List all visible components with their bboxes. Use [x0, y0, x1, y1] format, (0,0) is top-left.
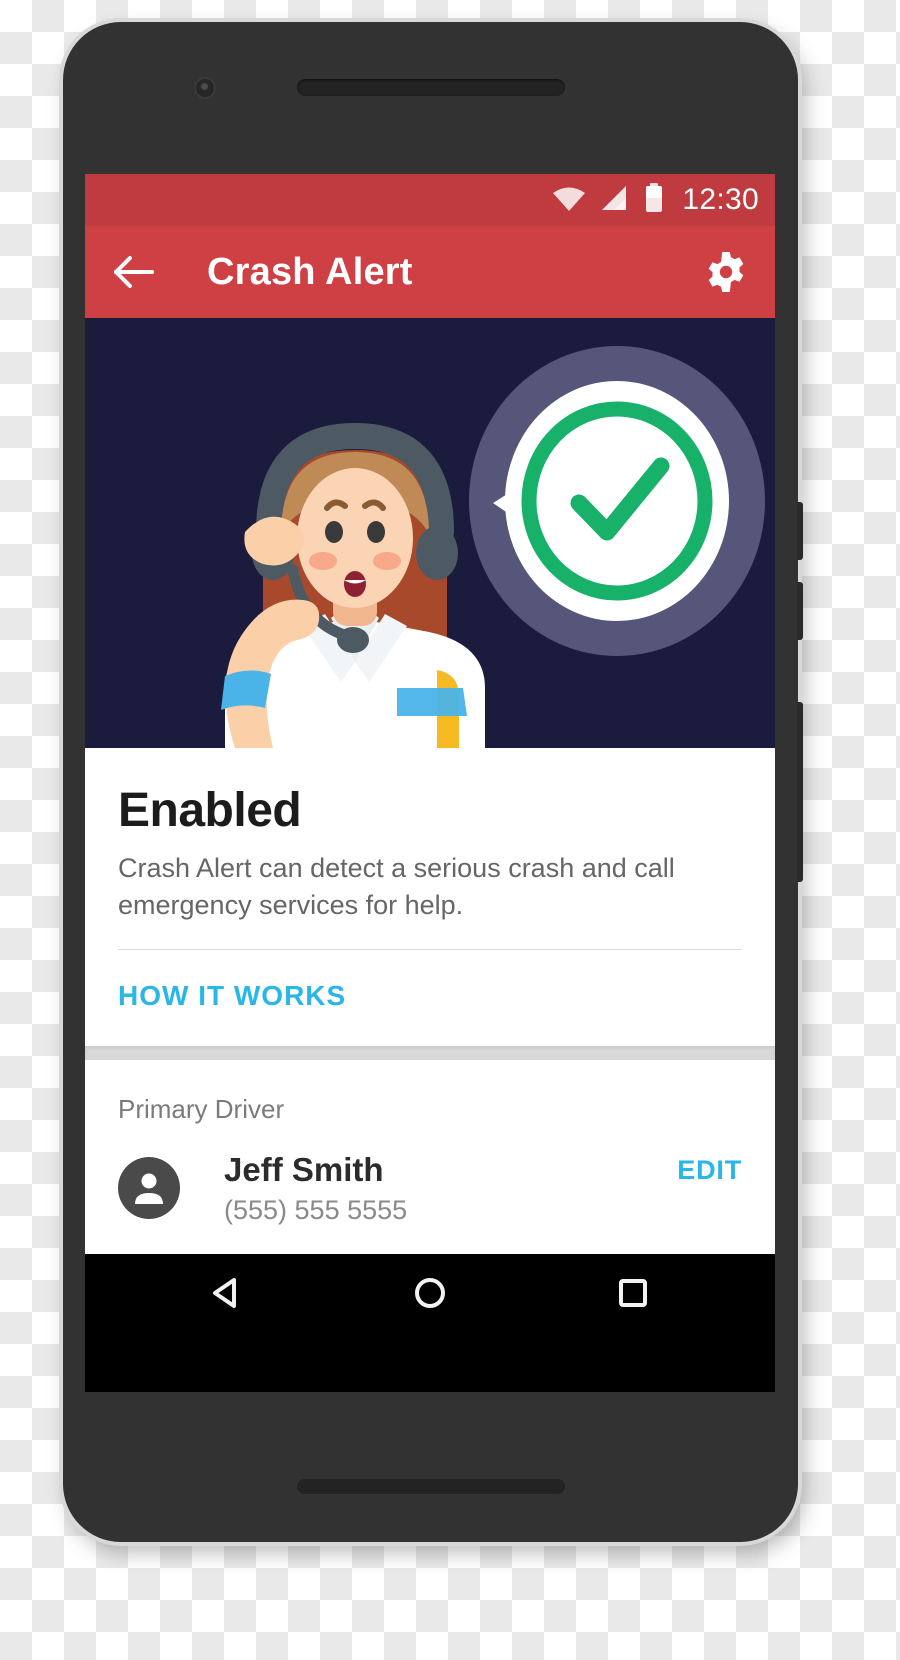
illustration-svg	[85, 318, 775, 748]
earpiece-speaker	[296, 79, 565, 96]
battery-icon	[644, 182, 664, 218]
driver-name: Jeff Smith	[224, 1151, 384, 1189]
driver-list-item[interactable]: Jeff Smith (555) 555 5555 EDIT	[85, 1125, 775, 1253]
gear-icon[interactable]	[703, 249, 749, 295]
person-icon	[135, 1173, 163, 1205]
page-title: Crash Alert	[207, 250, 413, 293]
how-it-works-row[interactable]: HOW IT WORKS	[85, 950, 775, 1046]
arrow-left-icon[interactable]	[111, 249, 157, 295]
crash-alert-illustration	[85, 318, 775, 748]
status-description: Crash Alert can detect a serious crash a…	[118, 853, 675, 920]
edit-driver-button[interactable]: EDIT	[677, 1155, 742, 1186]
home-circle-icon[interactable]	[410, 1273, 450, 1313]
primary-driver-card: Primary Driver Jeff Smith (555) 555 5555…	[85, 1060, 775, 1254]
driver-info: Jeff Smith (555) 555 5555	[224, 1149, 677, 1227]
how-it-works-link[interactable]: HOW IT WORKS	[118, 980, 346, 1012]
front-camera	[194, 77, 216, 99]
volume-down-button[interactable]	[797, 582, 803, 640]
android-navigation-bar	[85, 1253, 775, 1332]
status-bar: 12:30	[85, 174, 775, 226]
avatar	[118, 1157, 180, 1220]
status-bar-clock: 12:30	[682, 183, 759, 216]
back-triangle-icon[interactable]	[207, 1273, 247, 1313]
wifi-icon	[552, 185, 586, 216]
main-content: Enabled Crash Alert can detect a serious…	[85, 748, 775, 1254]
app-bar: Crash Alert	[85, 226, 775, 318]
recents-square-icon[interactable]	[613, 1273, 653, 1313]
volume-up-button[interactable]	[797, 502, 803, 560]
phone-device-frame: 12:30 Crash Alert Enabled Crash Alert ca…	[63, 22, 803, 1542]
cellular-signal-icon	[600, 184, 630, 217]
status-card: Enabled Crash Alert can detect a serious…	[85, 748, 775, 1047]
status-title: Enabled	[118, 784, 302, 837]
phone-screen: 12:30 Crash Alert Enabled Crash Alert ca…	[85, 174, 775, 1392]
bottom-speaker-slot	[296, 1479, 565, 1494]
primary-driver-label: Primary Driver	[118, 1094, 285, 1125]
power-button[interactable]	[797, 702, 803, 882]
card-separator	[85, 1046, 775, 1061]
driver-phone: (555) 555 5555	[224, 1194, 408, 1225]
